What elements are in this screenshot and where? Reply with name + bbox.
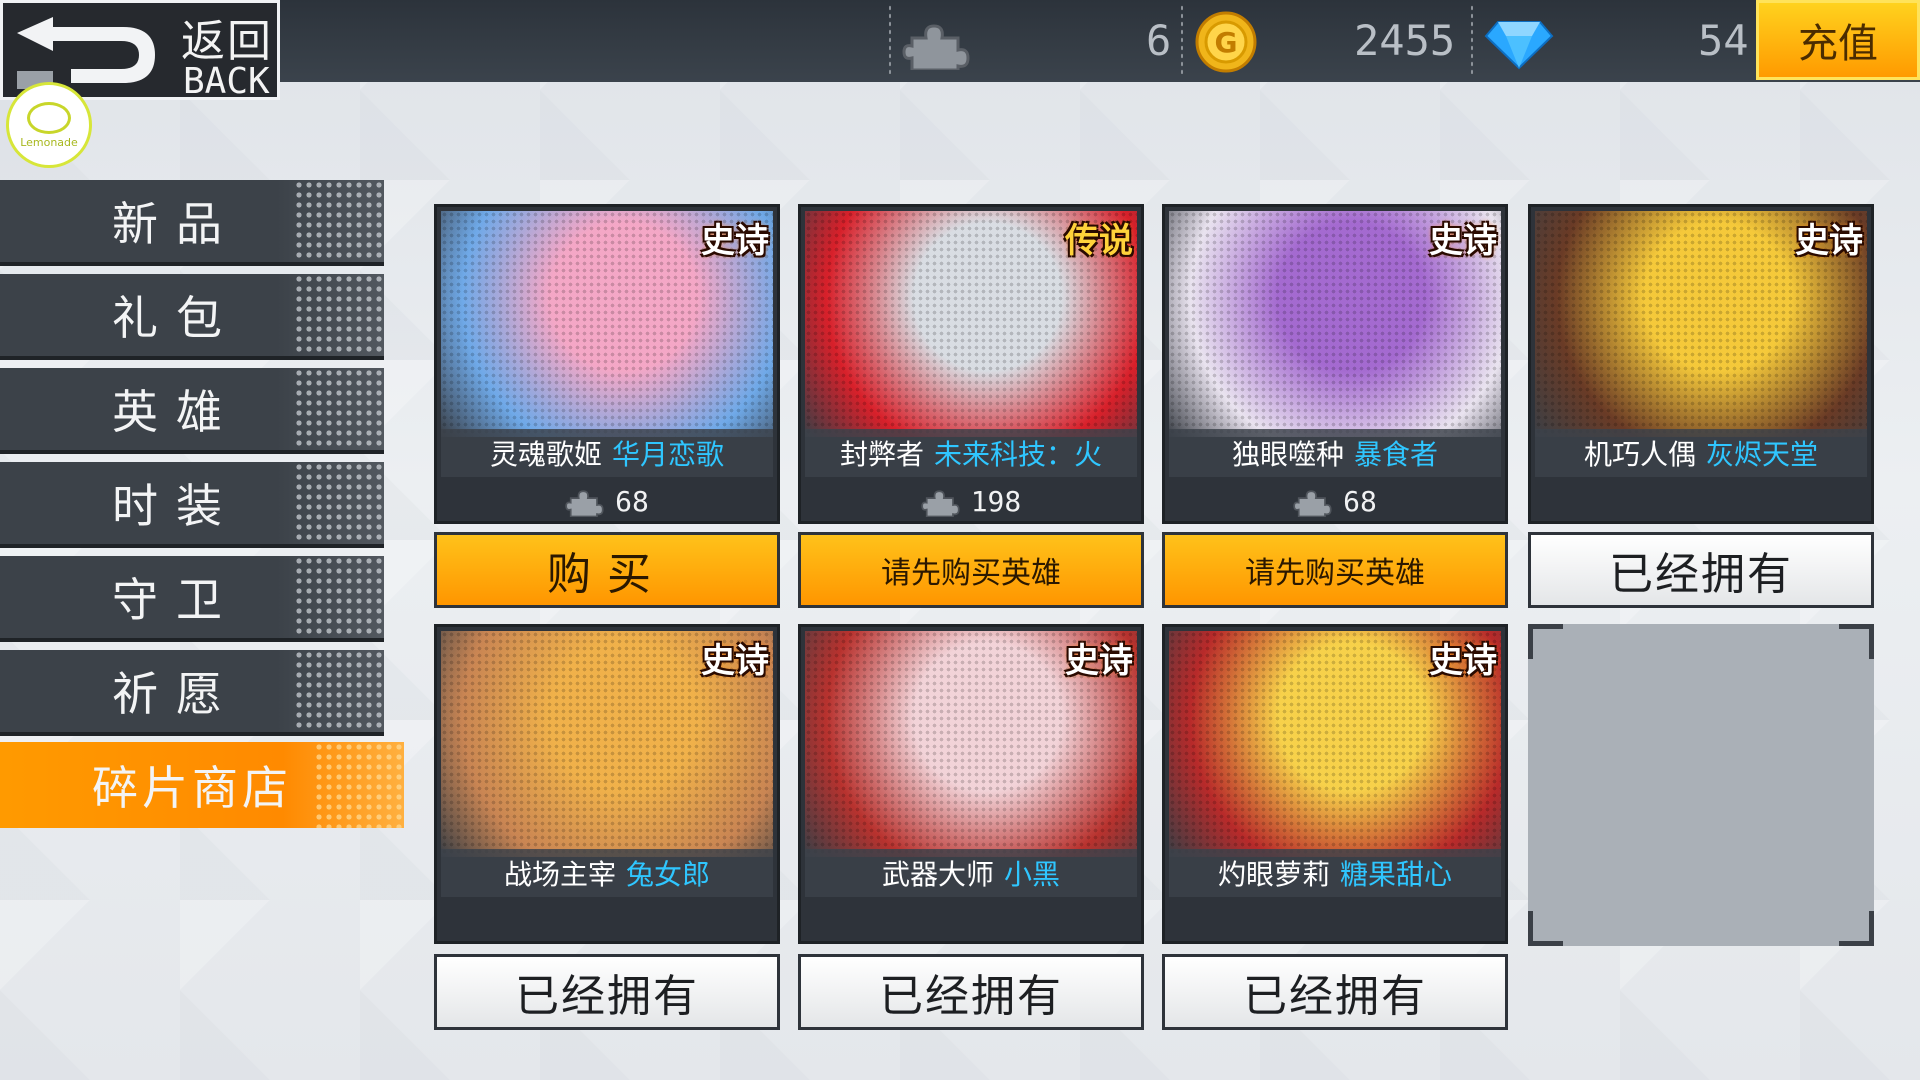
hero-name-bar: 独眼噬种 暴食者 (1169, 429, 1501, 477)
product-card[interactable]: 史诗 战场主宰 兔女郎 (434, 624, 780, 944)
buy-button[interactable]: 购买 (434, 532, 780, 608)
back-label-en: BACK (183, 61, 270, 102)
empty-slot (1528, 624, 1874, 946)
extra-count: 54 (1698, 16, 1749, 65)
puzzle-piece-icon (902, 24, 970, 70)
separator (1180, 4, 1184, 74)
back-label-cn: 返回 (181, 16, 273, 67)
skin-name: 兔女郎 (626, 858, 711, 891)
product-card[interactable]: 史诗 独眼噬种 暴食者 68 (1162, 204, 1508, 524)
product-card[interactable]: 传说 封弊者 未来科技：火 198 (798, 204, 1144, 524)
svg-text:G: G (1215, 26, 1238, 59)
rarity-badge: 史诗 (1429, 641, 1497, 681)
gem-count: 2455 (1354, 16, 1456, 65)
puzzle-piece-icon (920, 490, 960, 517)
sidebar-item-shard-shop[interactable]: 碎片商店 (0, 742, 404, 828)
sidebar-item-packs[interactable]: 礼包 (0, 274, 384, 360)
puzzle-piece-icon (1293, 490, 1332, 517)
price-bar: 198 (801, 479, 1141, 521)
shard-price: 68 (615, 484, 649, 518)
hero-name-bar: 机巧人偶 灰烬天堂 (1535, 429, 1867, 477)
product-card[interactable]: 史诗 武器大师 小黑 (798, 624, 1144, 944)
owned-button[interactable]: 已经拥有 (1528, 532, 1874, 608)
hero-name: 独眼噬种 (1231, 438, 1344, 471)
hero-name-bar: 战场主宰 兔女郎 (441, 849, 773, 897)
owned-button[interactable]: 已经拥有 (1162, 954, 1508, 1030)
speech-bubble-icon (27, 101, 71, 134)
diamond-icon (1484, 21, 1554, 70)
skin-name: 华月恋歌 (612, 438, 725, 471)
hero-name-bar: 封弊者 未来科技：火 (805, 429, 1137, 477)
require-hero-button[interactable]: 请先购买英雄 (1162, 532, 1508, 608)
skin-name: 未来科技：火 (934, 438, 1103, 471)
hero-name: 武器大师 (881, 858, 994, 891)
separator (1470, 4, 1474, 74)
hero-name: 机巧人偶 (1583, 438, 1696, 471)
recharge-button[interactable]: 充值 (1756, 0, 1920, 80)
hero-name: 灵魂歌姬 (489, 438, 602, 471)
hero-name-bar: 灵魂歌姬 华月恋歌 (441, 429, 773, 477)
skin-name: 小黑 (1004, 858, 1061, 891)
hero-name: 封弊者 (839, 438, 924, 471)
product-card[interactable]: 史诗 灵魂歌姬 华月恋歌 68 (434, 204, 780, 524)
separator (888, 4, 892, 74)
rarity-badge: 史诗 (1065, 641, 1133, 681)
sidebar-item-guard[interactable]: 守卫 (0, 556, 384, 642)
gold-coin-icon: G (1195, 11, 1257, 73)
skin-name: 暴食者 (1354, 438, 1439, 471)
product-card[interactable]: 史诗 灼眼萝莉 糖果甜心 (1162, 624, 1508, 944)
price-bar: 68 (1165, 479, 1505, 521)
rarity-badge: 史诗 (1429, 221, 1497, 261)
sidebar-item-new[interactable]: 新品 (0, 180, 384, 266)
rarity-badge: 传说 (1065, 221, 1133, 261)
require-hero-button[interactable]: 请先购买英雄 (798, 532, 1144, 608)
sidebar-item-wish[interactable]: 祈愿 (0, 650, 384, 736)
owned-button[interactable]: 已经拥有 (434, 954, 780, 1030)
gold-count: 6 (1146, 16, 1172, 65)
logo-text: Lemonade (20, 135, 78, 149)
skin-name: 灰烬天堂 (1706, 438, 1819, 471)
rarity-badge: 史诗 (701, 221, 769, 261)
hero-name: 战场主宰 (503, 858, 616, 891)
price-bar: 68 (437, 479, 777, 521)
product-card[interactable]: 史诗 机巧人偶 灰烬天堂 (1528, 204, 1874, 524)
frame-corner (1528, 911, 1563, 946)
lemonade-logo: Lemonade (6, 82, 92, 168)
rarity-badge: 史诗 (1795, 221, 1863, 261)
hero-name-bar: 灼眼萝莉 糖果甜心 (1169, 849, 1501, 897)
back-arrow-icon (17, 17, 155, 89)
rarity-badge: 史诗 (701, 641, 769, 681)
frame-corner (1839, 911, 1874, 946)
frame-corner (1528, 624, 1563, 659)
sidebar-item-fashion[interactable]: 时装 (0, 462, 384, 548)
owned-button[interactable]: 已经拥有 (798, 954, 1144, 1030)
puzzle-piece-icon (565, 490, 604, 517)
sidebar-item-heroes[interactable]: 英雄 (0, 368, 384, 454)
skin-name: 糖果甜心 (1340, 858, 1453, 891)
frame-corner (1839, 624, 1874, 659)
hero-name-bar: 武器大师 小黑 (805, 849, 1137, 897)
hero-name: 灼眼萝莉 (1217, 858, 1330, 891)
shard-price: 198 (970, 484, 1022, 518)
shard-price: 68 (1343, 484, 1377, 518)
